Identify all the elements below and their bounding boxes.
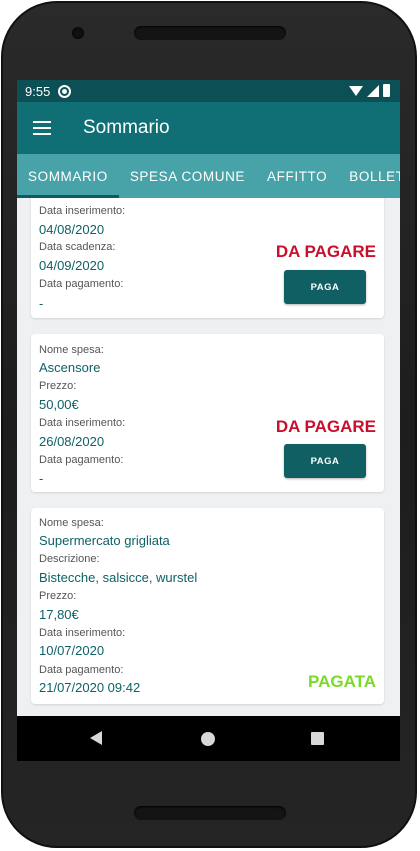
field-label: Prezzo: — [39, 590, 77, 602]
field-label: Data inserimento: — [39, 205, 126, 217]
field-value: 17,80€ — [39, 607, 79, 622]
field-value: 04/09/2020 — [39, 258, 105, 273]
field-value: 04/08/2020 — [39, 222, 105, 237]
tab-affitto[interactable]: AFFITTO — [256, 154, 338, 198]
expense-list[interactable]: Data inserimento: 04/08/2020 Data scaden… — [17, 198, 400, 716]
field-label: Data inserimento: — [39, 627, 126, 639]
field-label: Data pagamento: — [39, 664, 124, 676]
battery-icon — [383, 84, 390, 97]
home-icon[interactable] — [201, 732, 215, 746]
field-value: - — [39, 471, 44, 486]
field-value: Ascensore — [39, 360, 101, 375]
field-label: Data inserimento: — [39, 417, 126, 429]
status-badge: DA PAGARE — [275, 417, 376, 436]
screen: 9:55 Sommario SOMMARIO SPESA COMUNE AFFI… — [17, 80, 400, 761]
field-label: Data scadenza: — [39, 241, 116, 253]
field-label: Data pagamento: — [39, 278, 124, 290]
field-label: Descrizione: — [39, 553, 100, 565]
field-value: - — [39, 296, 44, 311]
sync-icon — [58, 84, 72, 98]
pay-button[interactable]: PAGA — [284, 270, 366, 304]
pay-button[interactable]: PAGA — [284, 444, 366, 478]
field-value: 10/07/2020 — [39, 643, 105, 658]
tab-sommario[interactable]: SOMMARIO — [17, 154, 119, 198]
expense-card: Nome spesa: Supermercato grigliata Descr… — [31, 508, 384, 704]
system-nav-bar — [17, 716, 400, 761]
field-label: Nome spesa: — [39, 517, 104, 529]
field-label: Data pagamento: — [39, 454, 124, 466]
field-value: 21/07/2020 09:42 — [39, 680, 141, 695]
front-camera — [72, 27, 84, 39]
bottom-speaker — [134, 806, 286, 820]
expense-card: Data inserimento: 04/08/2020 Data scaden… — [31, 198, 384, 318]
field-value: 50,00€ — [39, 397, 79, 412]
hamburger-menu-icon[interactable] — [33, 121, 51, 135]
status-icons — [349, 84, 390, 97]
tab-bollette[interactable]: BOLLETTE — [338, 154, 400, 198]
status-time: 9:55 — [25, 83, 51, 99]
field-value: 26/08/2020 — [39, 434, 105, 449]
earpiece-speaker — [134, 26, 286, 40]
tab-bar: SOMMARIO SPESA COMUNE AFFITTO BOLLETTE — [17, 154, 400, 198]
tab-spesa-comune[interactable]: SPESA COMUNE — [119, 154, 256, 198]
app-bar: Sommario — [17, 102, 400, 154]
wifi-icon — [349, 85, 363, 96]
recents-icon[interactable] — [311, 732, 324, 745]
field-label: Prezzo: — [39, 380, 77, 392]
phone-frame: 9:55 Sommario SOMMARIO SPESA COMUNE AFFI… — [0, 0, 420, 851]
status-bar: 9:55 — [17, 80, 400, 102]
back-icon[interactable] — [90, 731, 102, 745]
expense-card: Nome spesa: Ascensore Prezzo: 50,00€ Dat… — [31, 334, 384, 492]
page-title: Sommario — [83, 117, 170, 138]
field-value: Bistecche, salsicce, wurstel — [39, 570, 198, 585]
field-label: Nome spesa: — [39, 344, 104, 356]
status-badge: PAGATA — [308, 672, 376, 691]
field-value: Supermercato grigliata — [39, 533, 170, 548]
status-badge: DA PAGARE — [275, 242, 376, 261]
signal-icon — [367, 84, 379, 97]
